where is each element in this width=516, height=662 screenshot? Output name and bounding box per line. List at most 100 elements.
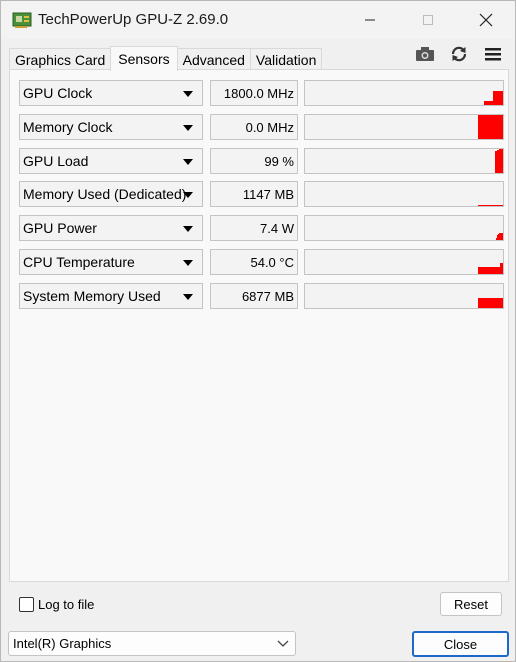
graph-bar — [485, 115, 486, 139]
graph-bar — [493, 298, 494, 308]
close-button[interactable]: Close — [412, 631, 509, 657]
sensor-graph-svg — [496, 233, 503, 240]
graph-bar — [499, 267, 500, 274]
graph-bar — [491, 101, 492, 105]
tab-bar: Graphics Card Sensors Advanced Validatio… — [9, 46, 323, 71]
dropdown-arrow-icon — [183, 91, 193, 97]
graph-bar — [486, 115, 487, 139]
sensor-value: 0.0 MHz — [210, 114, 298, 140]
graph-bar — [498, 298, 499, 308]
graph-bar — [478, 115, 479, 139]
graph-bar — [483, 267, 484, 274]
graph-bar — [486, 101, 487, 105]
sensor-row: System Memory Used 6877 MB — [10, 283, 510, 309]
graph-bar — [480, 267, 481, 274]
graph-bar — [498, 205, 499, 206]
tab-sensors[interactable]: Sensors — [110, 46, 178, 71]
graph-bar — [492, 205, 493, 206]
graph-bar — [496, 267, 497, 274]
gpu-select-value: Intel(R) Graphics — [13, 636, 112, 651]
sensor-name-select[interactable]: CPU Temperature — [19, 249, 203, 275]
graph-bar — [501, 205, 502, 206]
sensor-value: 99 % — [210, 148, 298, 174]
graph-bar — [479, 267, 480, 274]
sensor-name-select[interactable]: GPU Load — [19, 148, 203, 174]
dropdown-arrow-icon — [183, 294, 193, 300]
sensor-name-select[interactable]: Memory Used (Dedicated) — [19, 181, 203, 207]
graph-bar — [497, 115, 498, 139]
sensor-name: Memory Clock — [23, 119, 113, 135]
tab-advanced[interactable]: Advanced — [176, 48, 251, 70]
sensor-name-select[interactable]: Memory Clock — [19, 114, 203, 140]
sensor-value: 6877 MB — [210, 283, 298, 309]
graph-bar — [484, 205, 485, 206]
sensor-graph — [304, 249, 504, 275]
graph-bar — [495, 205, 496, 206]
screenshot-button[interactable] — [414, 44, 436, 64]
graph-bar — [489, 298, 490, 308]
sensor-value: 1800.0 MHz — [210, 80, 298, 106]
graph-bar — [493, 115, 494, 139]
graph-bar — [495, 298, 496, 308]
graph-bar — [492, 298, 493, 308]
graph-bar — [495, 115, 496, 139]
graph-bar — [479, 205, 480, 206]
sensor-name: System Memory Used — [23, 288, 161, 304]
graph-bar — [494, 298, 495, 308]
refresh-button[interactable] — [448, 44, 470, 64]
sensor-graph — [304, 181, 504, 207]
graph-bar — [489, 115, 490, 139]
sensor-row: GPU Load 99 % — [10, 148, 510, 174]
gpuz-window: TechPowerUp GPU-Z 2.69.0 Graphics Card S… — [0, 0, 516, 662]
graph-bar — [502, 149, 503, 173]
gpu-select[interactable]: Intel(R) Graphics — [8, 631, 296, 656]
sensor-graph-svg — [484, 91, 503, 105]
graph-bar — [486, 267, 487, 274]
close-icon — [479, 13, 493, 27]
graph-bar — [481, 205, 482, 206]
sensor-name-select[interactable]: System Memory Used — [19, 283, 203, 309]
graph-bar — [496, 151, 497, 173]
dropdown-arrow-icon — [183, 159, 193, 165]
graph-bar — [495, 91, 496, 105]
tab-validation[interactable]: Validation — [249, 48, 323, 70]
camera-icon — [416, 47, 434, 61]
dropdown-arrow-icon — [183, 192, 193, 198]
graph-bar — [496, 205, 497, 206]
gpu-card-icon — [12, 11, 32, 29]
sensor-graph-svg — [495, 149, 503, 173]
graph-bar — [491, 115, 492, 139]
maximize-button[interactable] — [399, 1, 457, 39]
graph-bar — [487, 115, 488, 139]
sensor-name-select[interactable]: GPU Clock — [19, 80, 203, 106]
graph-bar — [500, 263, 501, 274]
graph-bar — [485, 298, 486, 308]
sensor-graph-svg — [478, 205, 503, 206]
graph-bar — [502, 263, 503, 274]
graph-bar — [497, 235, 498, 240]
title-bar: TechPowerUp GPU-Z 2.69.0 — [1, 1, 515, 39]
tab-graphics-card[interactable]: Graphics Card — [9, 48, 112, 70]
graph-bar — [488, 101, 489, 105]
graph-bar — [499, 298, 500, 308]
menu-button[interactable] — [482, 44, 504, 64]
graph-bar — [482, 267, 483, 274]
graph-bar — [495, 151, 496, 173]
graph-bar — [482, 115, 483, 139]
sensor-graph — [304, 283, 504, 309]
sensor-value: 54.0 °C — [210, 249, 298, 275]
graph-bar — [502, 233, 503, 240]
graph-bar — [479, 298, 480, 308]
minimize-button[interactable] — [341, 1, 399, 39]
graph-bar — [498, 115, 499, 139]
log-to-file-checkbox[interactable] — [19, 597, 34, 612]
sensor-name-select[interactable]: GPU Power — [19, 215, 203, 241]
graph-bar — [480, 205, 481, 206]
sensor-row: Memory Clock 0.0 MHz — [10, 114, 510, 140]
graph-bar — [501, 298, 502, 308]
graph-bar — [488, 298, 489, 308]
graph-bar — [480, 115, 481, 139]
graph-bar — [492, 101, 493, 105]
close-window-button[interactable] — [457, 1, 515, 39]
reset-button[interactable]: Reset — [440, 592, 502, 616]
